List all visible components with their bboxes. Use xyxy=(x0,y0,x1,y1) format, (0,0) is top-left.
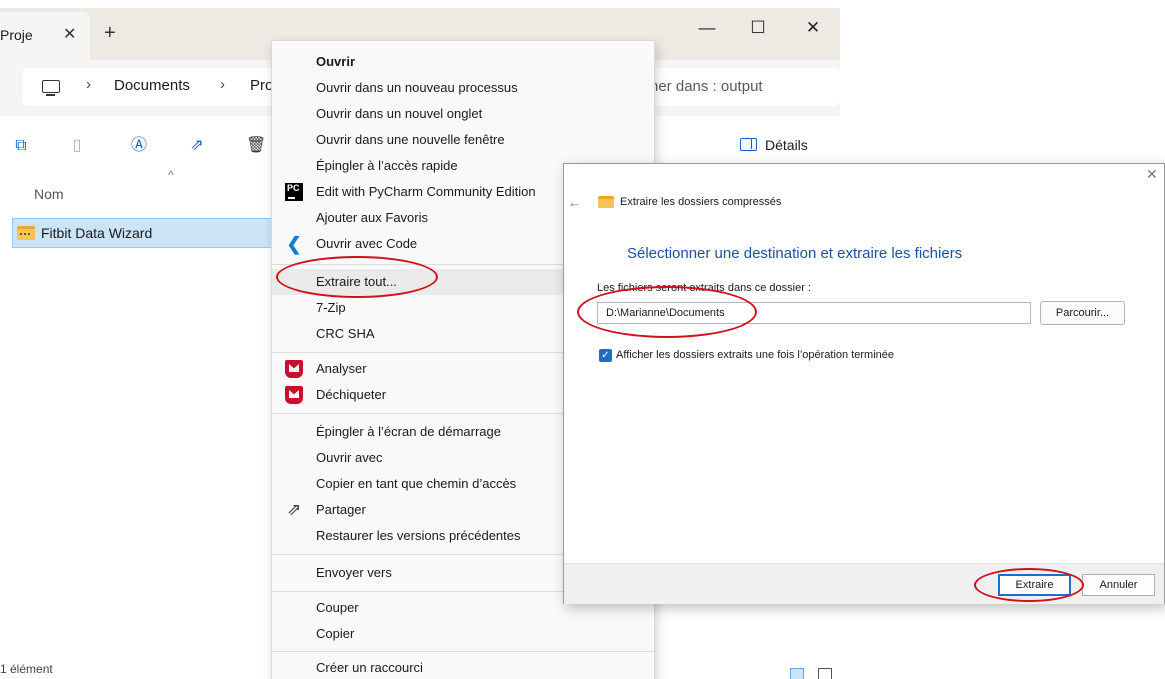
vscode-icon: ❮ xyxy=(286,234,302,254)
show-extracted-checkbox[interactable]: ✓ xyxy=(599,349,612,362)
column-header-name[interactable]: Nom xyxy=(34,186,64,202)
new-tab-button[interactable]: + xyxy=(104,22,116,45)
tab-label: Proje xyxy=(0,27,33,43)
extract-dialog: ✕ ← Extraire les dossiers compressés Sél… xyxy=(563,163,1165,604)
menu-item-label: Copier xyxy=(316,626,355,641)
status-bar-text: 1 élément xyxy=(0,662,53,676)
show-extracted-label: Afficher les dossiers extraits une fois … xyxy=(616,349,894,361)
share-icon[interactable]: ⇗ xyxy=(188,137,206,155)
menu-item-label: Épingler à l’accès rapide xyxy=(316,158,458,173)
menu-item-ouvrir[interactable]: Ouvrir xyxy=(272,49,654,75)
browse-button[interactable]: Parcourir... xyxy=(1040,301,1125,325)
menu-item-label: Envoyer vers xyxy=(316,565,392,580)
close-window-button[interactable]: ✕ xyxy=(798,18,828,38)
menu-item-ouvrir-nouvel-onglet[interactable]: Ouvrir dans un nouvel onglet xyxy=(272,101,654,127)
mcafee-icon xyxy=(285,360,303,378)
breadcrumb-project[interactable]: Pro xyxy=(250,77,273,94)
menu-item-label: Ouvrir dans une nouvelle fenêtre xyxy=(316,132,505,147)
maximize-button[interactable]: ☐ xyxy=(743,18,773,38)
menu-item-ouvrir-nouvelle-fenetre[interactable]: Ouvrir dans une nouvelle fenêtre xyxy=(272,127,654,153)
menu-item-label: Extraire tout... xyxy=(316,274,397,289)
address-bar[interactable]: › Documents › Pro xyxy=(22,68,292,106)
menu-item-label: Déchiqueter xyxy=(316,387,387,402)
menu-item-label: Analyser xyxy=(316,361,367,376)
chevron-right-icon: › xyxy=(86,76,91,93)
search-placeholder: her dans : output xyxy=(650,78,763,95)
menu-item-label: Créer un raccourci xyxy=(316,660,423,675)
mcafee-icon xyxy=(285,386,303,404)
minimize-button[interactable]: — xyxy=(692,18,722,38)
delete-icon[interactable]: 🗑 xyxy=(246,137,266,155)
file-row-selected[interactable]: Fitbit Data Wizard xyxy=(12,218,282,248)
menu-item-label: Ouvrir xyxy=(316,54,356,69)
back-arrow-icon[interactable]: ← xyxy=(568,195,581,210)
this-pc-icon[interactable] xyxy=(42,80,60,96)
rename-icon[interactable]: Ⓐ xyxy=(130,137,148,155)
menu-item-label: Ouvrir avec xyxy=(316,450,383,465)
zip-folder-icon xyxy=(17,226,35,240)
menu-item-label: 7-Zip xyxy=(316,300,346,315)
menu-item-label: Couper xyxy=(316,600,359,615)
menu-item-label: Épingler à l’écran de démarrage xyxy=(316,424,501,439)
menu-item-creer-raccourci[interactable]: Créer un raccourci xyxy=(272,655,654,679)
sort-ascending-icon: ^ xyxy=(168,168,174,182)
dialog-heading: Sélectionner une destination et extraire… xyxy=(627,245,963,262)
details-pane-icon xyxy=(740,138,757,151)
menu-item-label: Edit with PyCharm Community Edition xyxy=(316,184,536,199)
screenshot-root: Proje ✕ + — ☐ ✕ › Documents › Pro her da… xyxy=(0,0,1165,679)
chevron-right-icon: › xyxy=(220,76,225,93)
menu-item-label: Ouvrir dans un nouvel onglet xyxy=(316,106,483,121)
menu-item-label: CRC SHA xyxy=(316,326,375,341)
file-name: Fitbit Data Wizard xyxy=(41,225,153,241)
breadcrumb-documents[interactable]: Documents xyxy=(114,77,190,94)
tab-close-icon[interactable]: ✕ xyxy=(63,24,76,44)
details-label: Détails xyxy=(765,137,808,153)
explorer-tab[interactable]: Proje ✕ xyxy=(0,12,90,60)
dialog-footer: Extraire Annuler xyxy=(564,563,1164,604)
paste-icon[interactable]: ▯ xyxy=(68,137,86,155)
zip-folder-icon xyxy=(598,196,614,208)
menu-item-copier[interactable]: Copier xyxy=(272,621,654,647)
menu-item-label: Partager xyxy=(316,502,366,517)
menu-item-label: Copier en tant que chemin d’accès xyxy=(316,476,517,491)
menu-item-label: Ajouter aux Favoris xyxy=(316,210,428,225)
details-button[interactable]: Détails xyxy=(740,137,808,153)
details-view-icon[interactable] xyxy=(790,668,804,679)
menu-separator xyxy=(272,651,654,652)
menu-item-label: Restaurer les versions précédentes xyxy=(316,528,521,543)
close-icon[interactable]: ✕ xyxy=(1146,166,1158,183)
menu-item-label: Ouvrir dans un nouveau processus xyxy=(316,80,518,95)
menu-item-label: Ouvrir avec Code xyxy=(316,236,418,251)
destination-label: Les fichiers seront extraits dans ce dos… xyxy=(597,282,811,294)
extract-button[interactable]: Extraire xyxy=(998,574,1071,596)
tiles-view-icon[interactable] xyxy=(818,668,832,679)
copy-icon[interactable]: ⧉ xyxy=(12,137,30,155)
pycharm-icon: PC xyxy=(285,183,303,201)
share-icon: ⇗ xyxy=(286,500,302,519)
cancel-button[interactable]: Annuler xyxy=(1082,574,1155,596)
dialog-title: Extraire les dossiers compressés xyxy=(620,196,782,208)
destination-path-input[interactable] xyxy=(597,302,1031,324)
menu-item-ouvrir-nouveau-processus[interactable]: Ouvrir dans un nouveau processus xyxy=(272,75,654,101)
